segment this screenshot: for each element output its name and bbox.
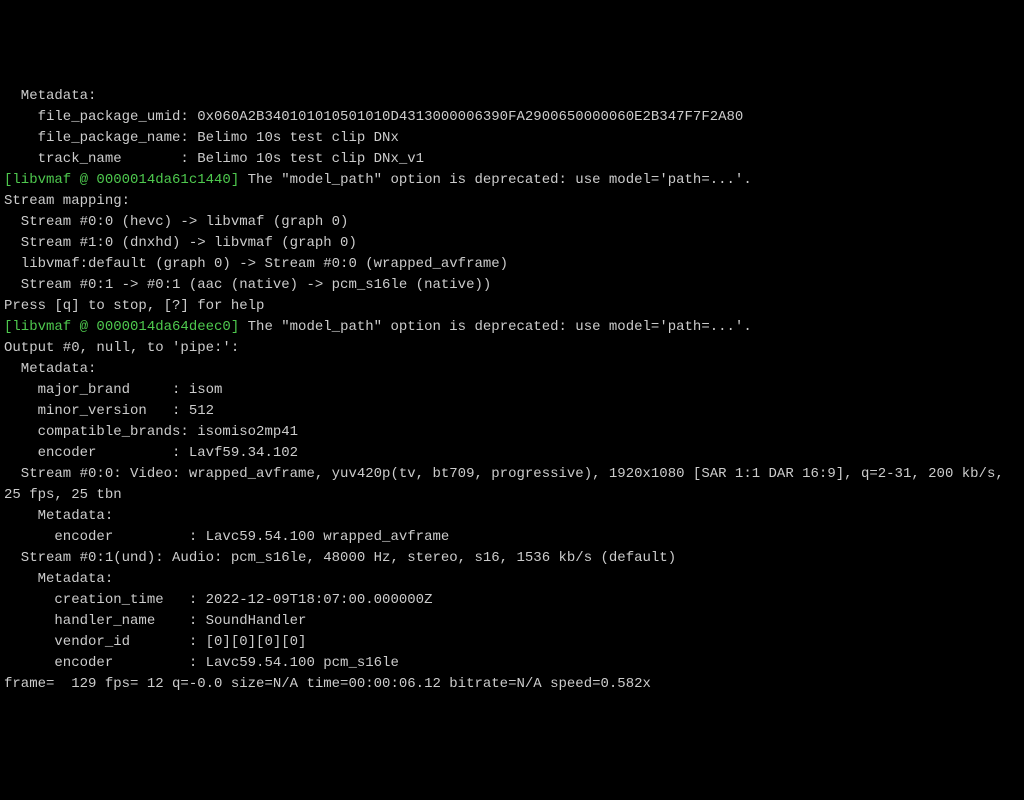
terminal-line: encoder : Lavf59.34.102 (4, 443, 1020, 464)
terminal-line: [libvmaf @ 0000014da64deec0] The "model_… (4, 317, 1020, 338)
terminal-line: Metadata: (4, 359, 1020, 380)
terminal-line: Stream #1:0 (dnxhd) -> libvmaf (graph 0) (4, 233, 1020, 254)
libvmaf-tag: [libvmaf @ 0000014da64deec0] (4, 319, 239, 335)
terminal-line: track_name : Belimo 10s test clip DNx_v1 (4, 149, 1020, 170)
terminal-line: Stream #0:0: Video: wrapped_avframe, yuv… (4, 464, 1020, 485)
terminal-line: Stream #0:1 -> #0:1 (aac (native) -> pcm… (4, 275, 1020, 296)
terminal-line: Stream mapping: (4, 191, 1020, 212)
terminal-line: Metadata: (4, 569, 1020, 590)
log-message: The "model_path" option is deprecated: u… (239, 172, 751, 188)
terminal-line: Output #0, null, to 'pipe:': (4, 338, 1020, 359)
terminal-line: Press [q] to stop, [?] for help (4, 296, 1020, 317)
terminal-line: file_package_name: Belimo 10s test clip … (4, 128, 1020, 149)
terminal-line: Stream #0:1(und): Audio: pcm_s16le, 4800… (4, 548, 1020, 569)
terminal-line: Metadata: (4, 506, 1020, 527)
terminal-line: creation_time : 2022-12-09T18:07:00.0000… (4, 590, 1020, 611)
terminal-line: minor_version : 512 (4, 401, 1020, 422)
terminal-line: Stream #0:0 (hevc) -> libvmaf (graph 0) (4, 212, 1020, 233)
terminal-line: encoder : Lavc59.54.100 pcm_s16le (4, 653, 1020, 674)
terminal-line: compatible_brands: isomiso2mp41 (4, 422, 1020, 443)
terminal-output: Metadata: file_package_umid: 0x060A2B340… (4, 86, 1020, 695)
terminal-line: Metadata: (4, 86, 1020, 107)
log-message: The "model_path" option is deprecated: u… (239, 319, 751, 335)
terminal-line: major_brand : isom (4, 380, 1020, 401)
libvmaf-tag: [libvmaf @ 0000014da61c1440] (4, 172, 239, 188)
terminal-line: libvmaf:default (graph 0) -> Stream #0:0… (4, 254, 1020, 275)
terminal-line: 25 fps, 25 tbn (4, 485, 1020, 506)
terminal-line: frame= 129 fps= 12 q=-0.0 size=N/A time=… (4, 674, 1020, 695)
terminal-line: file_package_umid: 0x060A2B3401010105010… (4, 107, 1020, 128)
terminal-line: vendor_id : [0][0][0][0] (4, 632, 1020, 653)
terminal-line: [libvmaf @ 0000014da61c1440] The "model_… (4, 170, 1020, 191)
terminal-line: encoder : Lavc59.54.100 wrapped_avframe (4, 527, 1020, 548)
terminal-line: handler_name : SoundHandler (4, 611, 1020, 632)
